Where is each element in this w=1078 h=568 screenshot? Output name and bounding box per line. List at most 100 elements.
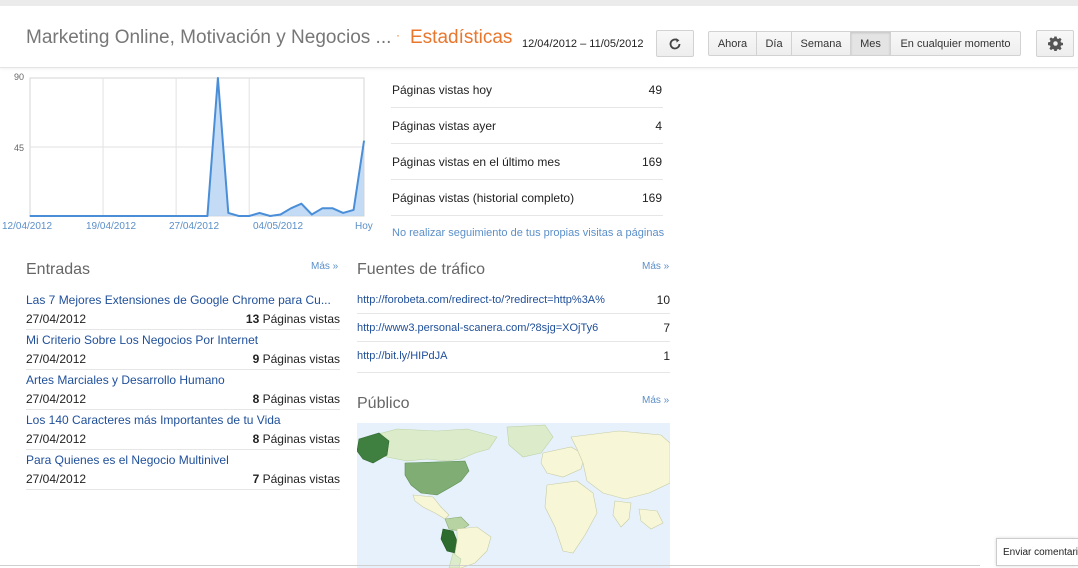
no-track-link[interactable]: No realizar seguimiento de tus propias v…: [392, 227, 664, 239]
publico-more-link[interactable]: Más »: [642, 395, 669, 406]
post-views-suffix: Páginas vistas: [259, 352, 340, 366]
pageviews-chart: 90 45 12/04/2012 19/04/2012 27/04/2012 0…: [0, 70, 376, 236]
stat-label: Páginas vistas ayer: [392, 118, 497, 133]
x-tick-label: 12/04/2012: [2, 221, 53, 232]
chart-plot: [29, 77, 365, 217]
chart-point: [363, 140, 365, 142]
blog-title[interactable]: Marketing Online, Motivación y Negocios …: [26, 27, 391, 49]
stat-label: Páginas vistas en el último mes: [392, 154, 561, 169]
source-link[interactable]: http://www3.personal-scanera.com/?8sjg=X…: [357, 322, 637, 334]
stat-value: 49: [648, 82, 662, 97]
range-dia[interactable]: Día: [757, 32, 792, 55]
chart-point: [50, 215, 52, 217]
post-views: 8 Páginas vistas: [253, 392, 340, 406]
post-views: 8 Páginas vistas: [253, 432, 340, 446]
list-item: Para Quienes es el Negocio Multinivel 27…: [26, 450, 340, 490]
post-views-suffix: Páginas vistas: [259, 472, 340, 486]
audience-world-map: [357, 423, 670, 568]
stat-label: Páginas vistas hoy: [392, 82, 493, 97]
stat-label: Páginas vistas (historial completo): [392, 190, 575, 205]
chart-point: [196, 215, 198, 217]
chart-point: [269, 215, 271, 217]
stat-value: 4: [655, 118, 662, 133]
post-views: 13 Páginas vistas: [246, 312, 340, 326]
x-tick-label: Hoy: [355, 221, 373, 232]
post-title-link[interactable]: Las 7 Mejores Extensiones de Google Chro…: [26, 290, 338, 307]
stat-value: 169: [641, 190, 662, 205]
chart-point: [29, 215, 31, 217]
top-bar: Marketing Online, Motivación y Negocios …: [0, 0, 1078, 68]
stats-table: Páginas vistas hoy 49 Páginas vistas aye…: [391, 72, 663, 216]
x-tick-label: 04/05/2012: [253, 221, 304, 232]
feedback-button[interactable]: Enviar comentarios: [996, 538, 1078, 566]
gear-icon: [1047, 36, 1063, 51]
fuentes-more-link[interactable]: Más »: [642, 261, 669, 272]
stat-row: Páginas vistas ayer 4: [391, 108, 663, 144]
list-item: http://www3.personal-scanera.com/?8sjg=X…: [357, 314, 670, 342]
chart-point: [311, 213, 313, 216]
list-item: Los 140 Caracteres más Importantes de tu…: [26, 410, 340, 450]
list-item: http://forobeta.com/redirect-to/?redirec…: [357, 286, 670, 314]
chart-point: [123, 215, 125, 217]
chart-point: [279, 213, 282, 216]
list-item: Mi Criterio Sobre Los Negocios Por Inter…: [26, 330, 340, 370]
post-date: 27/04/2012: [26, 352, 87, 366]
fuentes-heading: Fuentes de tráfico: [357, 261, 486, 278]
source-count: 10: [656, 292, 670, 307]
chart-point: [175, 215, 177, 217]
chart-point: [300, 203, 302, 205]
range-semana[interactable]: Semana: [792, 32, 851, 55]
source-link[interactable]: http://bit.ly/HIPdJA: [357, 350, 637, 362]
post-title-link[interactable]: Para Quienes es el Negocio Multinivel: [26, 450, 338, 467]
range-mes[interactable]: Mes: [851, 32, 891, 55]
stat-row: Páginas vistas (historial completo) 169: [391, 180, 663, 216]
post-views: 9 Páginas vistas: [253, 352, 340, 366]
chart-point: [165, 215, 167, 217]
chart-point: [259, 212, 261, 214]
settings-button[interactable]: [1036, 30, 1074, 57]
range-selector: Ahora Día Semana Mes En cualquier moment…: [708, 31, 1021, 56]
title-separator: ·: [396, 28, 400, 42]
stat-row: Páginas vistas en el último mes 169: [391, 144, 663, 180]
post-title-link[interactable]: Mi Criterio Sobre Los Negocios Por Inter…: [26, 330, 338, 347]
post-views-count: 13: [245, 312, 260, 326]
traffic-sources-list: http://forobeta.com/redirect-to/?redirec…: [357, 286, 670, 370]
chart-point: [332, 207, 334, 209]
range-cualquier-momento[interactable]: En cualquier momento: [891, 32, 1020, 55]
y-tick-90: 90: [14, 72, 25, 82]
chart-point: [217, 77, 219, 79]
post-views-suffix: Páginas vistas: [259, 392, 340, 406]
page-title: Estadísticas: [410, 27, 513, 48]
post-title-link[interactable]: Artes Marciales y Desarrollo Humano: [26, 370, 338, 387]
post-date: 27/04/2012: [26, 312, 87, 326]
chart-point: [71, 215, 73, 217]
chart-point: [290, 207, 292, 209]
date-range: 12/04/2012 – 11/05/2012: [522, 38, 644, 50]
range-ahora[interactable]: Ahora: [709, 32, 757, 55]
divider: [357, 372, 670, 373]
list-item: Las 7 Mejores Extensiones de Google Chro…: [26, 290, 340, 330]
x-tick-label: 19/04/2012: [86, 221, 137, 232]
stat-row: Páginas vistas hoy 49: [391, 72, 663, 108]
x-tick-label: 27/04/2012: [169, 221, 220, 232]
chart-point: [185, 215, 188, 217]
refresh-icon: [669, 37, 681, 49]
source-count: 7: [663, 320, 670, 335]
chart-point: [60, 215, 62, 217]
chart-point: [39, 215, 42, 217]
chart-point: [227, 212, 229, 214]
post-title-link[interactable]: Los 140 Caracteres más Importantes de tu…: [26, 410, 338, 427]
list-item: http://bit.ly/HIPdJA 1: [357, 342, 670, 370]
post-date: 27/04/2012: [26, 432, 87, 446]
y-tick-45: 45: [14, 143, 25, 153]
entradas-heading: Entradas: [26, 261, 91, 278]
chart-point: [81, 215, 83, 217]
chart-point: [92, 215, 94, 217]
chart-point: [352, 209, 355, 211]
source-count: 1: [663, 349, 670, 363]
post-views: 7 Páginas vistas: [253, 472, 340, 486]
source-link[interactable]: http://forobeta.com/redirect-to/?redirec…: [357, 294, 637, 306]
chart-point: [206, 215, 209, 217]
entradas-more-link[interactable]: Más »: [311, 261, 338, 272]
refresh-button[interactable]: [656, 30, 694, 57]
